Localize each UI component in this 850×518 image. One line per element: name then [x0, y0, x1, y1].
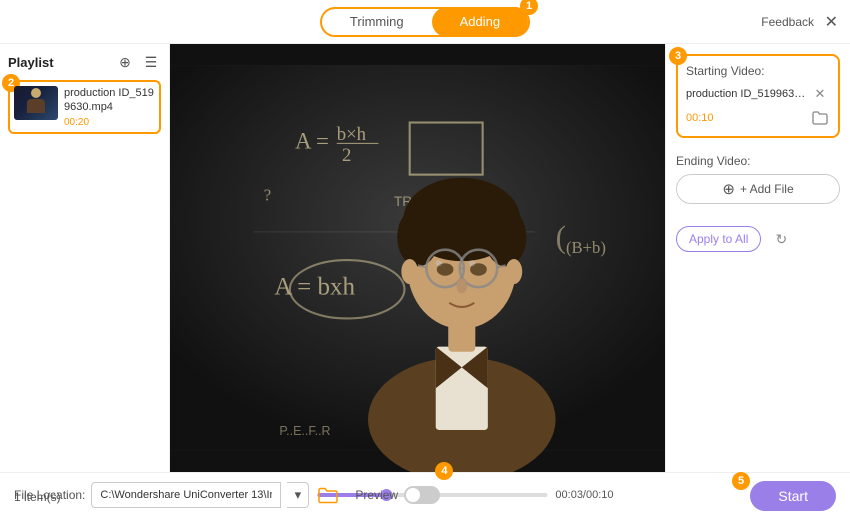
left-panel: Playlist ⊕ ☰ 2 production ID_5199630.mp4…: [0, 44, 170, 472]
starting-file-name: production ID_5199630....: [686, 88, 810, 100]
playlist-item[interactable]: 2 production ID_5199630.mp4 00:20: [8, 80, 161, 134]
svg-text:2: 2: [342, 145, 351, 166]
feedback-link[interactable]: Feedback: [761, 15, 814, 29]
tab-adding-badge: 1: [520, 0, 538, 15]
starting-clear-icon[interactable]: ✕: [810, 84, 830, 104]
close-icon[interactable]: ✕: [825, 12, 838, 32]
starting-duration: 00:10: [686, 112, 714, 124]
start-label: Start: [778, 488, 808, 504]
start-badge: 5: [732, 472, 750, 490]
starting-file-row: production ID_5199630.... ✕: [686, 84, 830, 104]
add-file-label: + Add File: [740, 182, 794, 196]
time-display: 00:03/00:10: [555, 489, 613, 501]
playlist-item-name: production ID_5199630.mp4: [64, 86, 155, 115]
ending-video-section: Ending Video: ⊕ + Add File: [676, 154, 840, 204]
top-bar: Trimming Adding 1 Feedback ✕: [0, 0, 850, 44]
toggle-knob: [406, 488, 420, 502]
playlist-item-duration: 00:20: [64, 117, 155, 128]
tab-trimming-label: Trimming: [350, 14, 404, 29]
refresh-icon[interactable]: ↻: [769, 227, 793, 251]
folder-open-icon[interactable]: [315, 482, 341, 508]
playlist-item-info: production ID_5199630.mp4 00:20: [64, 86, 155, 128]
dropdown-button[interactable]: ▾: [287, 482, 309, 508]
video-display: A = b×h 2 ? TRAPE... A = bxh (B+b) ( B: [170, 44, 665, 472]
preview-label: Preview: [355, 488, 398, 502]
file-location-label: File Location:: [14, 488, 85, 502]
bottom-bar: 1 item(s) ◀◀ ▶ ▶▶ 00:03/00:10 File Locat…: [0, 472, 850, 518]
center-panel: A = b×h 2 ? TRAPE... A = bxh (B+b) ( B: [170, 44, 665, 472]
main-layout: Playlist ⊕ ☰ 2 production ID_5199630.mp4…: [0, 44, 850, 472]
svg-text:(B+b): (B+b): [566, 238, 606, 257]
chevron-down-icon: ▾: [295, 487, 302, 503]
tab-adding[interactable]: Adding 1: [432, 7, 528, 37]
ending-video-label: Ending Video:: [676, 154, 840, 168]
preview-row: Preview: [355, 486, 440, 504]
apply-all-label: Apply to All: [689, 232, 748, 246]
playlist-add-icon[interactable]: ⊕: [115, 52, 135, 72]
starting-folder-icon[interactable]: [810, 108, 830, 128]
add-file-button[interactable]: ⊕ + Add File: [676, 174, 840, 204]
tab-trimming[interactable]: Trimming: [322, 7, 432, 37]
playlist-title: Playlist: [8, 55, 54, 70]
starting-video-section: 3 Starting Video: production ID_5199630.…: [676, 54, 840, 138]
playlist-header: Playlist ⊕ ☰: [8, 52, 161, 72]
video-area: A = b×h 2 ? TRAPE... A = bxh (B+b) ( B: [170, 44, 665, 472]
file-location-area: File Location: ▾ 4 Preview: [14, 482, 440, 508]
preview-toggle[interactable]: [404, 486, 440, 504]
file-location-row: ▾ 4: [91, 482, 309, 508]
svg-text:P..E..F..R: P..E..F..R: [279, 424, 330, 438]
starting-badge: 3: [669, 47, 687, 65]
file-location-input[interactable]: [91, 482, 281, 508]
playlist-icons: ⊕ ☰: [115, 52, 161, 72]
tab-adding-label: Adding: [460, 14, 500, 29]
tab-group: Trimming Adding 1: [320, 7, 530, 37]
playlist-list-icon[interactable]: ☰: [141, 52, 161, 72]
playlist-thumbnail: [14, 86, 58, 120]
starting-video-label: Starting Video:: [686, 64, 830, 78]
start-button[interactable]: Start: [750, 481, 836, 511]
svg-text:b×h: b×h: [337, 124, 367, 145]
apply-row: Apply to All ↻: [676, 226, 840, 252]
apply-all-button[interactable]: Apply to All: [676, 226, 761, 252]
svg-text:(: (: [556, 220, 566, 255]
add-circle-icon: ⊕: [722, 180, 735, 198]
right-panel: 3 Starting Video: production ID_5199630.…: [665, 44, 850, 472]
svg-text:A =: A =: [295, 129, 329, 154]
svg-text:A = bxh: A = bxh: [274, 273, 355, 300]
svg-text:?: ?: [264, 186, 271, 205]
